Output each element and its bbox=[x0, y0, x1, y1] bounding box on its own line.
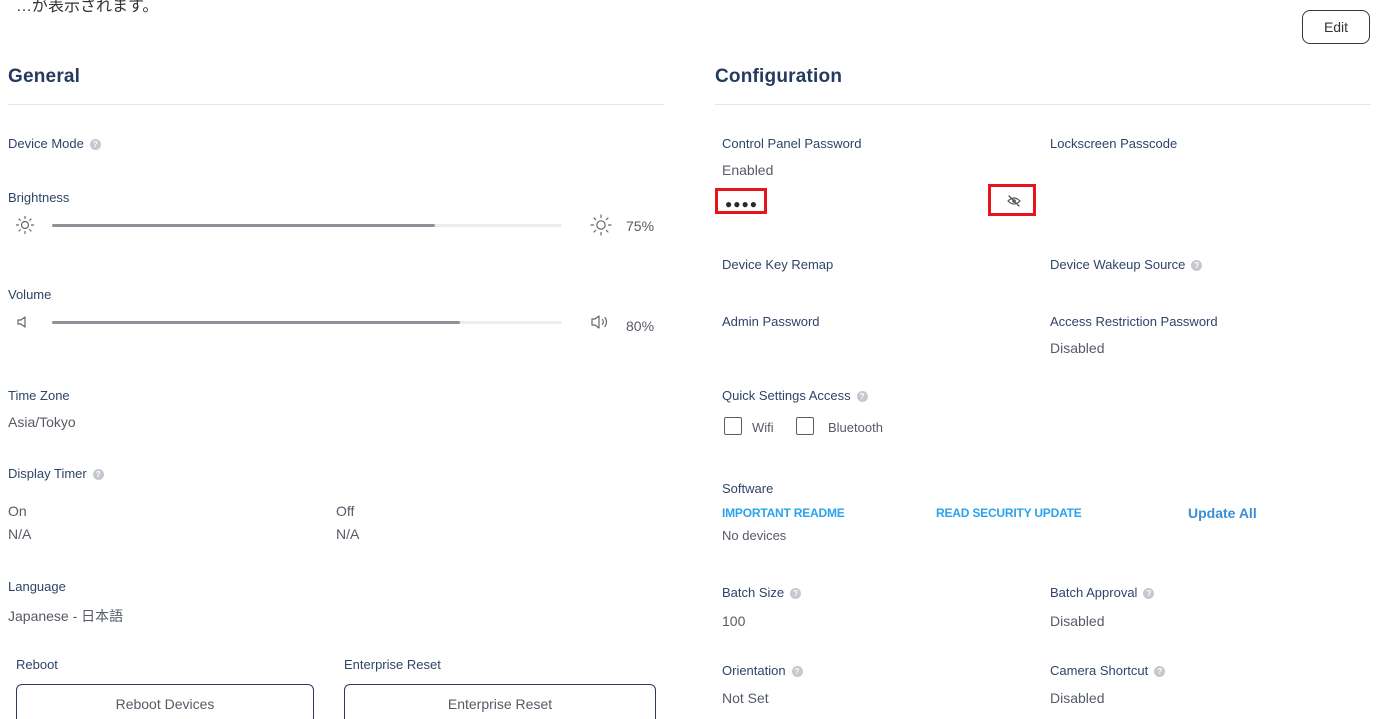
help-icon[interactable]: ? bbox=[89, 139, 101, 150]
help-icon[interactable]: ? bbox=[790, 588, 802, 599]
software-status: No devices bbox=[722, 528, 787, 543]
volume-slider-fill bbox=[52, 321, 460, 324]
brightness-slider-fill bbox=[52, 224, 435, 227]
quick-settings-access-label: Quick Settings Access? bbox=[722, 388, 868, 403]
time-zone-label: Time Zone bbox=[8, 388, 70, 403]
brightness-high-icon bbox=[590, 214, 612, 236]
device-key-remap-label: Device Key Remap bbox=[722, 257, 834, 272]
software-label: Software bbox=[722, 481, 774, 496]
help-icon[interactable]: ? bbox=[92, 469, 104, 480]
bluetooth-label: Bluetooth bbox=[828, 420, 883, 435]
access-restriction-password-value: Disabled bbox=[1050, 340, 1105, 356]
volume-low-icon bbox=[16, 314, 32, 330]
wifi-label: Wifi bbox=[752, 420, 774, 435]
lockscreen-passcode-label: Lockscreen Passcode bbox=[1050, 136, 1178, 151]
orientation-label: Orientation? bbox=[722, 663, 803, 678]
general-divider bbox=[8, 104, 664, 105]
edit-button[interactable]: Edit bbox=[1302, 10, 1370, 44]
volume-label: Volume bbox=[8, 287, 52, 302]
device-wakeup-source-label: Device Wakeup Source? bbox=[1050, 257, 1203, 272]
important-readme-link[interactable]: IMPORTANT README bbox=[722, 506, 845, 520]
control-panel-password-label: Control Panel Password bbox=[722, 136, 862, 151]
orientation-value: Not Set bbox=[722, 690, 769, 706]
batch-approval-value: Disabled bbox=[1050, 613, 1105, 629]
admin-password-label: Admin Password bbox=[722, 314, 820, 329]
batch-approval-label: Batch Approval? bbox=[1050, 585, 1155, 600]
help-icon[interactable]: ? bbox=[791, 666, 803, 677]
display-timer-on-label: On bbox=[8, 503, 27, 519]
reboot-devices-button[interactable]: Reboot Devices bbox=[16, 684, 314, 719]
brightness-slider[interactable] bbox=[52, 224, 562, 227]
display-timer-label: Display Timer? bbox=[8, 466, 104, 481]
read-security-update-link[interactable]: READ SECURITY UPDATE bbox=[936, 506, 1082, 520]
configuration-divider bbox=[715, 104, 1371, 105]
masked-password-highlight: ●●●● bbox=[715, 188, 767, 214]
camera-shortcut-label: Camera Shortcut? bbox=[1050, 663, 1166, 678]
display-timer-on-value: N/A bbox=[8, 526, 32, 542]
update-all-link[interactable]: Update All bbox=[1188, 505, 1257, 521]
brightness-label: Brightness bbox=[8, 190, 70, 205]
device-mode-label: Device Mode? bbox=[8, 136, 101, 151]
batch-size-label: Batch Size? bbox=[722, 585, 802, 600]
language-label: Language bbox=[8, 579, 66, 594]
camera-shortcut-value: Disabled bbox=[1050, 690, 1105, 706]
wifi-checkbox[interactable] bbox=[724, 417, 742, 435]
brightness-low-icon bbox=[15, 215, 35, 235]
display-timer-off-label: Off bbox=[336, 503, 355, 519]
eye-off-icon[interactable] bbox=[1007, 195, 1021, 207]
volume-high-icon bbox=[590, 313, 614, 331]
bluetooth-checkbox[interactable] bbox=[796, 417, 814, 435]
display-timer-off-value: N/A bbox=[336, 526, 360, 542]
help-icon[interactable]: ? bbox=[1191, 260, 1203, 271]
enterprise-reset-button[interactable]: Enterprise Reset bbox=[344, 684, 656, 719]
reboot-label: Reboot bbox=[16, 657, 58, 672]
brightness-percent: 75% bbox=[626, 218, 655, 234]
time-zone-value: Asia/Tokyo bbox=[8, 414, 76, 430]
control-panel-password-status: Enabled bbox=[722, 162, 774, 178]
volume-slider[interactable] bbox=[52, 321, 562, 324]
enterprise-reset-label: Enterprise Reset bbox=[344, 657, 441, 672]
help-icon[interactable]: ? bbox=[1143, 588, 1155, 599]
help-icon[interactable]: ? bbox=[856, 391, 868, 402]
masked-password: ●●●● bbox=[725, 197, 758, 211]
general-title: General bbox=[8, 66, 81, 87]
batch-size-value: 100 bbox=[722, 613, 746, 629]
language-value: Japanese - 日本語 bbox=[8, 608, 124, 624]
access-restriction-password-label: Access Restriction Password bbox=[1050, 314, 1218, 329]
configuration-title: Configuration bbox=[715, 66, 843, 87]
top-cut-text: …が表示されます。 bbox=[16, 0, 159, 15]
volume-percent: 80% bbox=[626, 318, 655, 334]
toggle-visibility-highlight[interactable] bbox=[988, 184, 1036, 216]
help-icon[interactable]: ? bbox=[1154, 666, 1166, 677]
